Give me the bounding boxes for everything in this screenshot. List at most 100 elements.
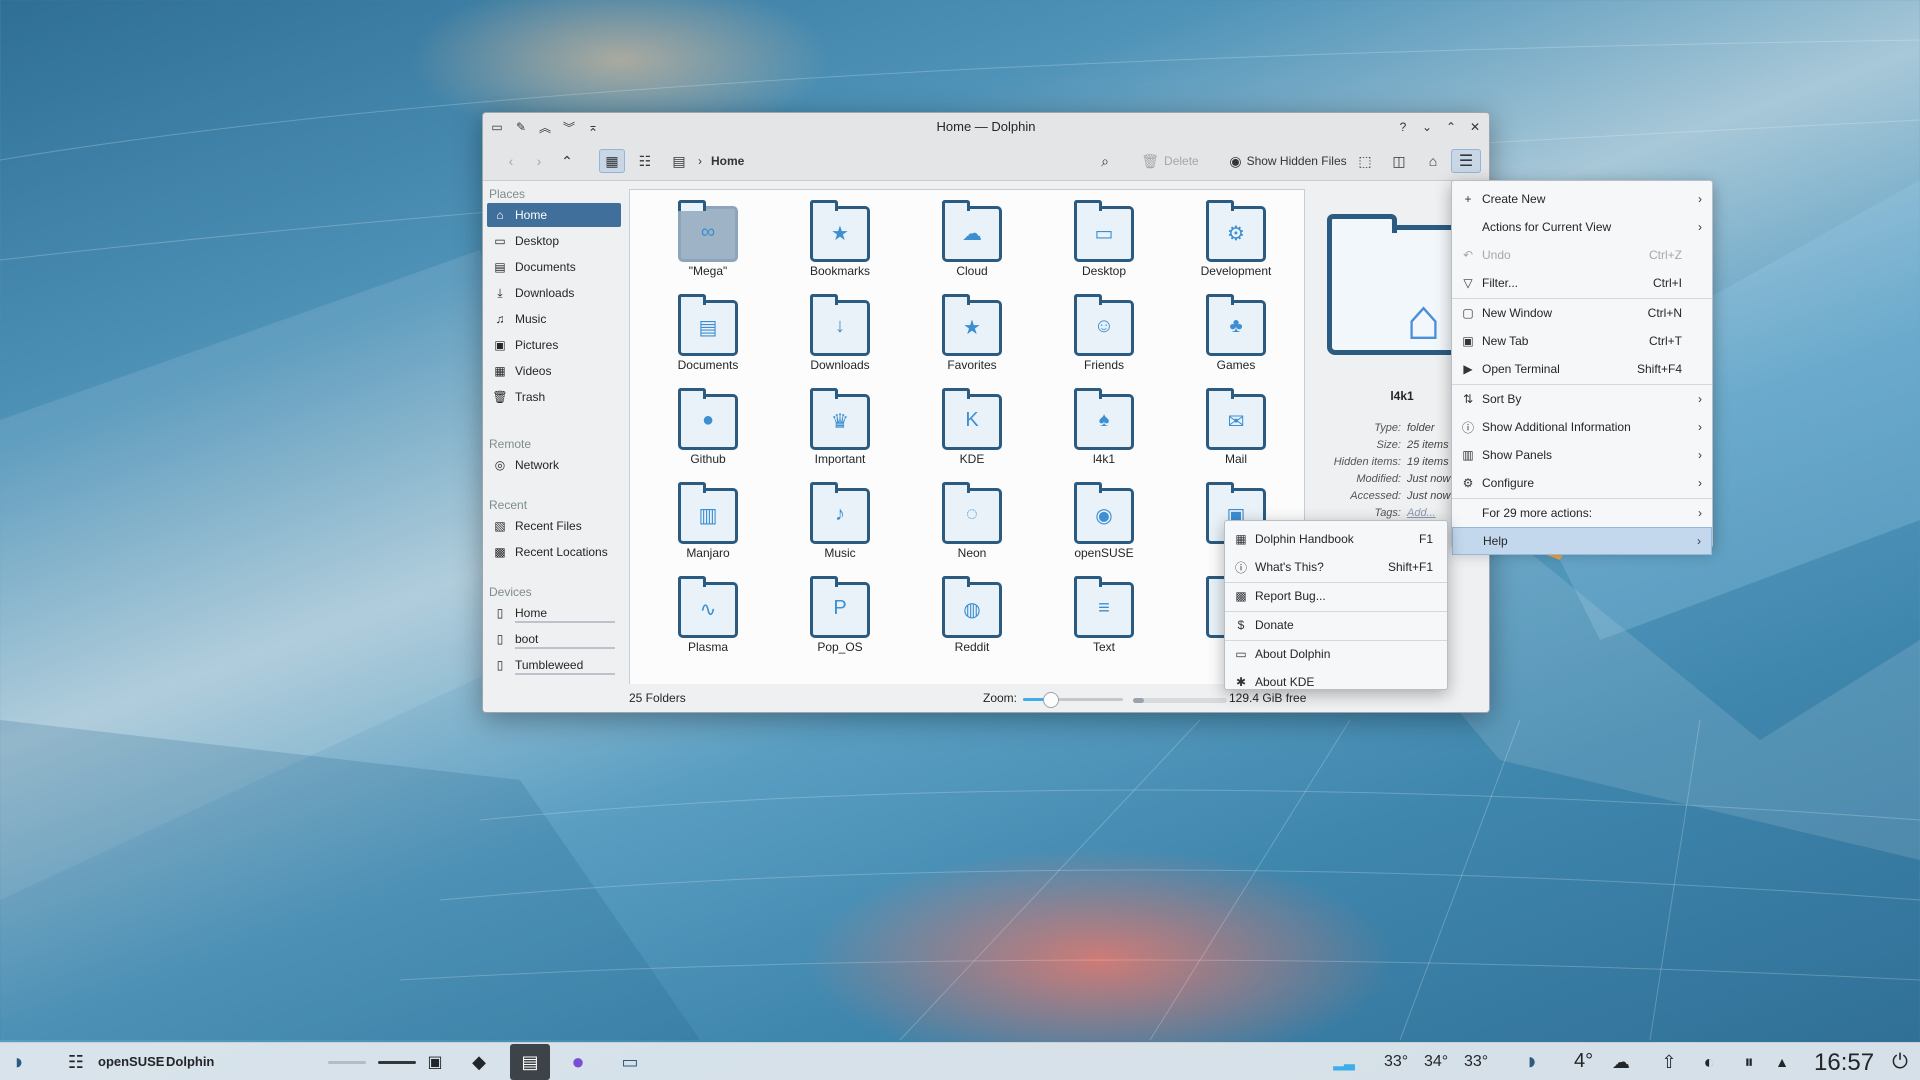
sidebar-item-pictures[interactable]: ▣ Pictures xyxy=(487,333,621,357)
folder-item[interactable]: ♛ Important xyxy=(780,388,900,480)
menu-item-filter[interactable]: ▽ Filter... Ctrl+I xyxy=(1452,269,1712,297)
folder-item[interactable]: K KDE xyxy=(912,388,1032,480)
desktop-pager-icon[interactable]: ▣ xyxy=(420,1043,450,1080)
updates-icon[interactable]: ⇧ xyxy=(1654,1043,1684,1080)
breadcrumb[interactable]: Home xyxy=(711,149,744,173)
volume-slider[interactable] xyxy=(328,1061,366,1064)
folder-icon: P xyxy=(810,576,870,638)
folder-item[interactable]: P Pop_OS xyxy=(780,576,900,668)
folder-item[interactable]: ▤ Documents xyxy=(648,294,768,386)
clock[interactable]: 16:57 xyxy=(1814,1049,1874,1077)
folder-item[interactable]: ♪ Music xyxy=(780,482,900,574)
brightness-slider[interactable] xyxy=(378,1061,416,1064)
menu-item-show-additional-information[interactable]: ⓘ Show Additional Information › xyxy=(1452,413,1712,441)
sidebar-item-recent-locations[interactable]: ▩ Recent Locations xyxy=(487,540,621,564)
details-view-button[interactable]: ▤ xyxy=(667,149,691,173)
terminal-app-icon[interactable]: ▤ xyxy=(510,1043,550,1080)
sidebar-item-recent-files[interactable]: ▧ Recent Files xyxy=(487,514,621,538)
power-icon[interactable]: ⏻ xyxy=(1884,1043,1916,1080)
menu-item-actions-for-current-view[interactable]: Actions for Current View › xyxy=(1452,213,1712,241)
menu-item-undo[interactable]: ↶ Undo Ctrl+Z xyxy=(1452,241,1712,269)
folder-item[interactable]: ∞ "Mega" xyxy=(648,200,768,292)
opensuse-logo-icon[interactable]: ◗ xyxy=(1514,1043,1550,1080)
help-icon[interactable]: ? xyxy=(1393,117,1413,137)
task-dolphin-label[interactable]: Dolphin xyxy=(166,1054,214,1069)
sidebar-item-documents[interactable]: ▤ Documents xyxy=(487,255,621,279)
sidebar-item-home[interactable]: ▯ Home xyxy=(487,601,621,625)
folder-item[interactable]: ◉ openSUSE xyxy=(1044,482,1164,574)
menu-item-what-s-this[interactable]: ⓘ What's This? Shift+F1 xyxy=(1225,553,1447,581)
menu-item-open-terminal[interactable]: ▶ Open Terminal Shift+F4 xyxy=(1452,355,1712,383)
folder-item[interactable]: ☺ Friends xyxy=(1044,294,1164,386)
menu-item-dolphin-handbook[interactable]: ▦ Dolphin Handbook F1 xyxy=(1225,525,1447,553)
folder-item[interactable]: ↓ Downloads xyxy=(780,294,900,386)
folder-item[interactable]: ≡ Text xyxy=(1044,576,1164,668)
menu-item-new-tab[interactable]: ▣ New Tab Ctrl+T xyxy=(1452,327,1712,355)
forward-icon[interactable]: › xyxy=(527,149,551,173)
split-view-icon[interactable]: ◫ xyxy=(1387,149,1411,173)
night-color-icon[interactable]: ◐ xyxy=(1694,1043,1724,1080)
menu-item-create-new[interactable]: + Create New › xyxy=(1452,185,1712,213)
sidebar-item-desktop[interactable]: ▭ Desktop xyxy=(487,229,621,253)
sidebar-item-tumbleweed[interactable]: ▯ Tumbleweed xyxy=(487,653,621,677)
menu-item-sort-by[interactable]: ⇅ Sort By › xyxy=(1452,385,1712,413)
select-icon[interactable]: ⬚ xyxy=(1353,149,1377,173)
hamburger-menu-icon[interactable]: ☰ xyxy=(1451,149,1481,173)
firefox-icon[interactable]: ● xyxy=(560,1043,596,1080)
folder-item[interactable]: ● Github xyxy=(648,388,768,480)
folder-item[interactable]: ♠ l4k1 xyxy=(1044,388,1164,480)
application-launcher-icon[interactable]: ◗ xyxy=(2,1043,36,1080)
menu-item-for-29-more-actions[interactable]: For 29 more actions: › xyxy=(1452,499,1712,527)
sidebar-item-boot[interactable]: ▯ boot xyxy=(487,627,621,651)
maximize-icon[interactable]: ⌃ xyxy=(1441,117,1461,137)
info-value[interactable]: Add... xyxy=(1407,507,1436,519)
folder-item[interactable]: ◍ Reddit xyxy=(912,576,1032,668)
up-icon[interactable]: ⌃ xyxy=(555,149,579,173)
menu-item-show-panels[interactable]: ▥ Show Panels › xyxy=(1452,441,1712,469)
close-icon[interactable]: ✕ xyxy=(1465,117,1485,137)
delete-button[interactable]: 🗑 Delete xyxy=(1135,149,1205,173)
folder-item[interactable]: ★ Favorites xyxy=(912,294,1032,386)
sidebar-item-videos[interactable]: ▦ Videos xyxy=(487,359,621,383)
file-view[interactable]: ∞ "Mega" ★ Bookmarks ☁ Cloud ▭ Desktop ⚙ Developm… xyxy=(629,189,1305,685)
folder-item[interactable]: ∿ Plasma xyxy=(648,576,768,668)
sidebar-item-trash[interactable]: 🗑 Trash xyxy=(487,385,621,409)
menu-item-configure[interactable]: ⚙ Configure › xyxy=(1452,469,1712,497)
sidebar-item-network[interactable]: ◎ Network xyxy=(487,453,621,477)
search-icon[interactable]: ⌕ xyxy=(1093,149,1117,173)
folder-item[interactable]: ▥ Manjaro xyxy=(648,482,768,574)
minimize-icon[interactable]: ⌄ xyxy=(1417,117,1437,137)
sidebar-item-home[interactable]: ⌂ Home xyxy=(487,203,621,227)
menu-item-report-bug[interactable]: ▩ Report Bug... xyxy=(1225,582,1447,610)
sidebar-item-music[interactable]: ♫ Music xyxy=(487,307,621,331)
system-tray-expand-icon[interactable]: ▲ xyxy=(1770,1043,1794,1080)
folder-item[interactable]: ✉ Mail xyxy=(1176,388,1296,480)
icons-view-button[interactable]: ▦ xyxy=(599,149,625,173)
compact-view-button[interactable]: ☷ xyxy=(633,149,657,173)
folder-item[interactable]: ◌ Neon xyxy=(912,482,1032,574)
cloud-icon[interactable]: ☁ xyxy=(1606,1043,1636,1080)
menu-item-help[interactable]: Help › xyxy=(1452,527,1712,555)
menu-item-about-kde[interactable]: ✱ About KDE xyxy=(1225,668,1447,696)
menu-item-donate[interactable]: $ Donate xyxy=(1225,611,1447,639)
weather-temperature[interactable]: 4° xyxy=(1574,1050,1593,1073)
folder-item[interactable]: ♣ Games xyxy=(1176,294,1296,386)
menu-item-about-dolphin[interactable]: ▭ About Dolphin xyxy=(1225,640,1447,668)
show-hidden-files-button[interactable]: ◉ Show Hidden Files xyxy=(1213,149,1363,173)
task-opensuse-label[interactable]: openSUSE xyxy=(98,1054,164,1069)
task-manager-icon[interactable]: ☷ xyxy=(64,1043,88,1080)
media-pause-icon[interactable]: ⏸ xyxy=(1734,1043,1764,1080)
folder-item[interactable]: ▭ Desktop xyxy=(1044,200,1164,292)
cpu-monitor-icon[interactable]: ▂▃ xyxy=(1330,1043,1358,1080)
inkscape-icon[interactable]: ◆ xyxy=(462,1043,496,1080)
folder-item[interactable]: ☁ Cloud xyxy=(912,200,1032,292)
folder-item[interactable]: ⚙ Development xyxy=(1176,200,1296,292)
dolphin-app-icon[interactable]: ▭ xyxy=(610,1043,650,1080)
sidebar-item-downloads[interactable]: ⤓ Downloads xyxy=(487,281,621,305)
zoom-slider-handle[interactable] xyxy=(1043,692,1059,708)
zoom-slider[interactable] xyxy=(1023,692,1123,708)
home-button-icon[interactable]: ⌂ xyxy=(1421,149,1445,173)
menu-item-new-window[interactable]: ▢ New Window Ctrl+N xyxy=(1452,299,1712,327)
back-icon[interactable]: ‹ xyxy=(499,149,523,173)
folder-item[interactable]: ★ Bookmarks xyxy=(780,200,900,292)
